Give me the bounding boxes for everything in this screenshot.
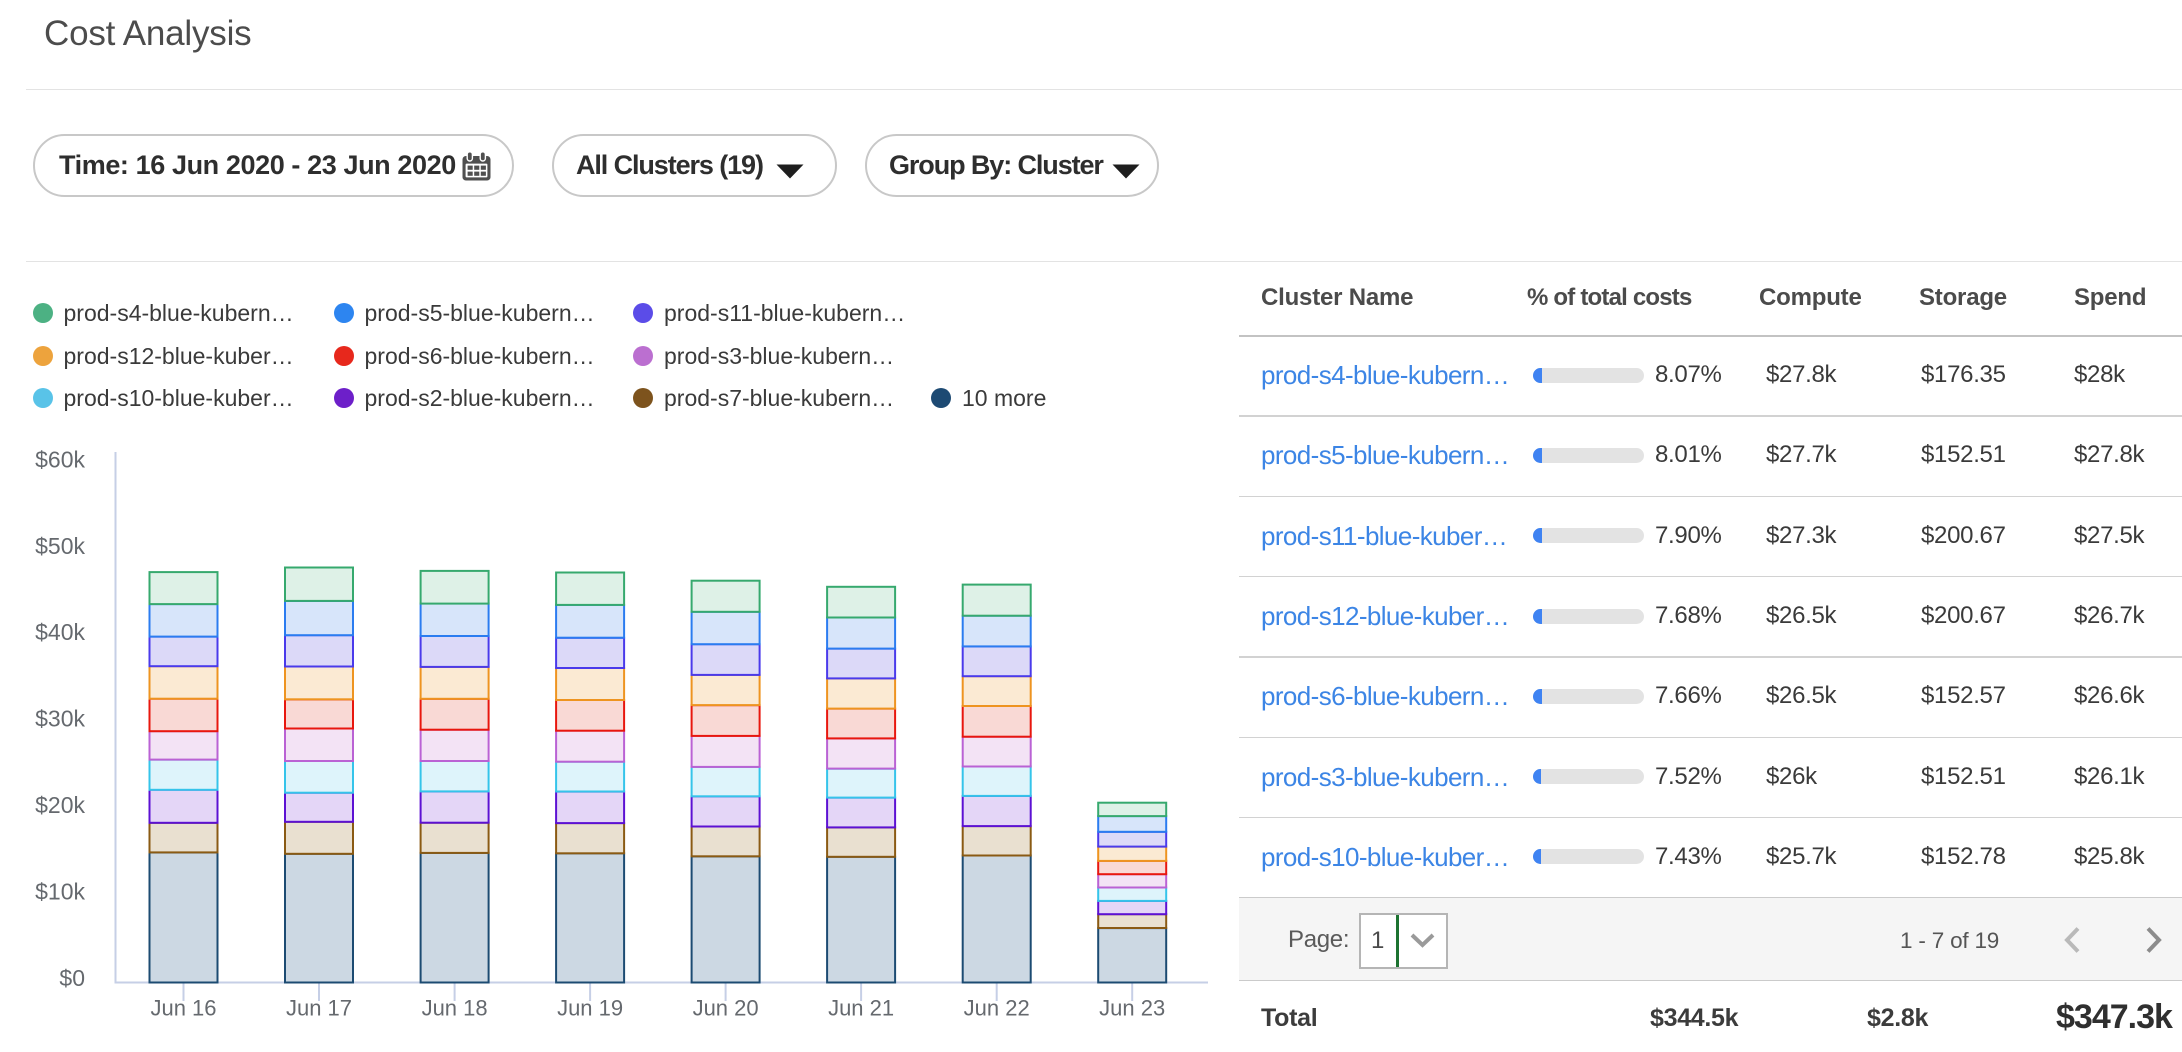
svg-text:Jun 19: Jun 19 [557, 995, 623, 1020]
svg-text:Jun 20: Jun 20 [693, 995, 759, 1020]
svg-text:Jun 16: Jun 16 [150, 995, 216, 1020]
svg-text:$50k: $50k [35, 533, 85, 559]
svg-text:$10k: $10k [35, 878, 85, 904]
svg-text:$40k: $40k [35, 619, 85, 645]
svg-text:$30k: $30k [35, 706, 85, 732]
svg-text:$60k: $60k [35, 446, 85, 472]
svg-text:$20k: $20k [35, 792, 85, 818]
svg-text:Jun 23: Jun 23 [1099, 995, 1165, 1020]
svg-text:Jun 18: Jun 18 [422, 995, 488, 1020]
svg-text:$0: $0 [59, 965, 85, 991]
svg-text:Jun 17: Jun 17 [286, 995, 352, 1020]
svg-text:Jun 22: Jun 22 [964, 995, 1030, 1020]
svg-text:Jun 21: Jun 21 [828, 995, 894, 1020]
